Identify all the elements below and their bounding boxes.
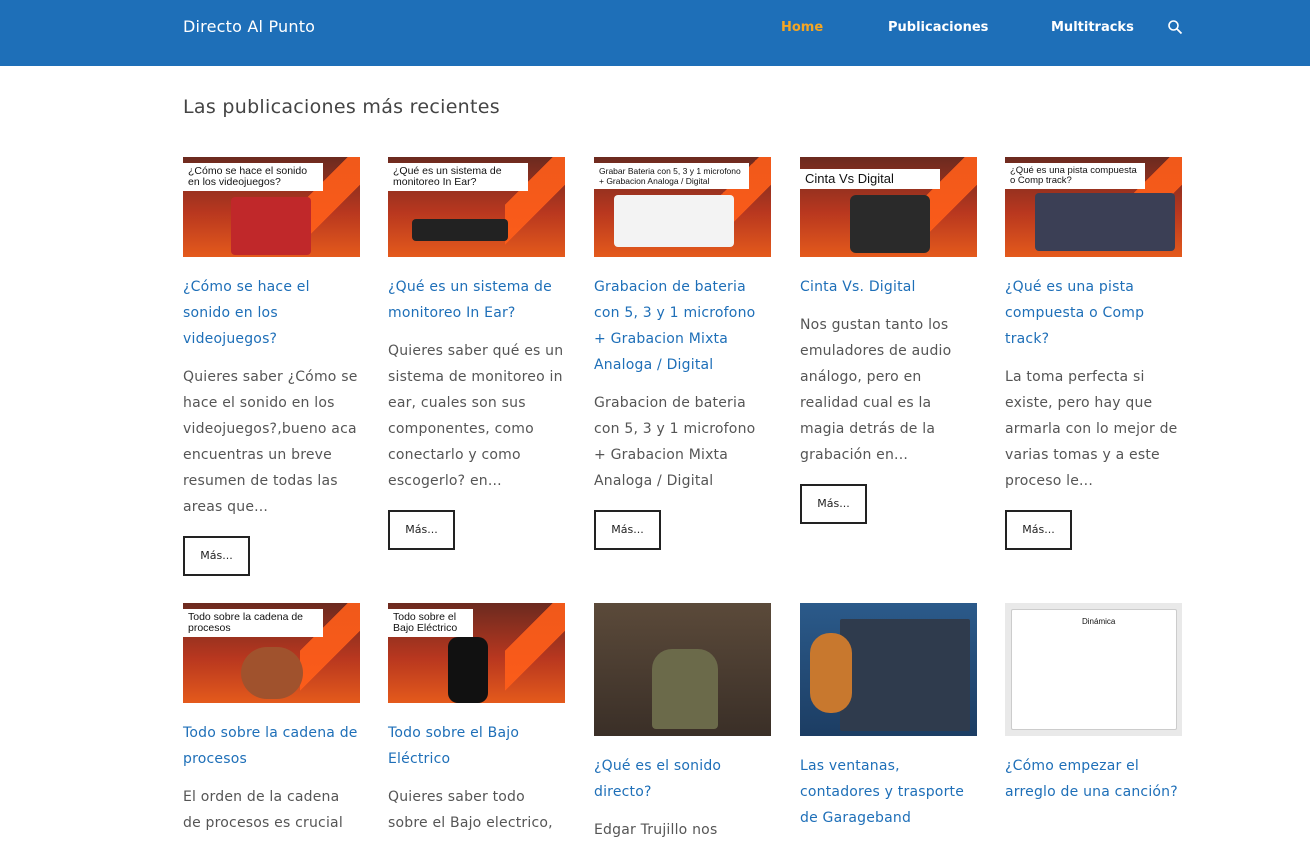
site-brand[interactable]: Directo Al Punto: [183, 17, 315, 36]
post-title-link[interactable]: ¿Qué es una pista compuesta o Comp track…: [1005, 274, 1182, 352]
thumbnail-caption: Todo sobre la cadena de procesos: [183, 609, 323, 637]
nav-publicaciones[interactable]: Publicaciones: [888, 20, 988, 35]
post-title-link[interactable]: Grabacion de bateria con 5, 3 y 1 microf…: [594, 274, 771, 378]
post-title-link[interactable]: Todo sobre la cadena de procesos: [183, 720, 360, 772]
thumbnail-caption: Cinta Vs Digital: [800, 169, 940, 189]
retro-tv-image: [231, 197, 311, 255]
post-title-link[interactable]: Todo sobre el Bajo Eléctrico: [388, 720, 565, 772]
post-title-link[interactable]: ¿Qué es el sonido directo?: [594, 753, 771, 805]
post-thumbnail[interactable]: Todo sobre la cadena de procesos: [183, 603, 360, 703]
post-card: ¿Qué es el sonido directo? Edgar Trujill…: [594, 603, 771, 843]
section-title: Las publicaciones más recientes: [183, 96, 500, 118]
post-excerpt: Nos gustan tanto los emuladores de audio…: [800, 317, 952, 463]
post-card: Dinámica ¿Cómo empezar el arreglo de una…: [1005, 603, 1182, 817]
post-card: Cinta Vs Digital Cinta Vs. Digital Nos g…: [800, 157, 977, 524]
post-card: Todo sobre la cadena de procesos Todo so…: [183, 603, 360, 836]
read-more-button[interactable]: Más...: [800, 484, 867, 524]
post-card: ¿Qué es un sistema de monitoreo In Ear? …: [388, 157, 565, 550]
in-ear-transmitter-image: [412, 219, 508, 241]
post-thumbnail[interactable]: Cinta Vs Digital: [800, 157, 977, 257]
post-title-link[interactable]: Cinta Vs. Digital: [800, 274, 977, 300]
post-card: Grabar Bateria con 5, 3 y 1 microfono + …: [594, 157, 771, 550]
read-more-button[interactable]: Más...: [388, 510, 455, 550]
post-thumbnail[interactable]: [594, 603, 771, 736]
read-more-button[interactable]: Más...: [183, 536, 250, 576]
post-excerpt: Quieres saber qué es un sistema de monit…: [388, 343, 564, 489]
post-thumbnail[interactable]: ¿Cómo se hace el sonido en los videojueg…: [183, 157, 360, 257]
search-icon[interactable]: [1167, 19, 1183, 35]
post-title-link[interactable]: ¿Qué es un sistema de monitoreo In Ear?: [388, 274, 565, 326]
post-thumbnail[interactable]: [800, 603, 977, 736]
thumbnail-caption: Todo sobre el Bajo Eléctrico: [388, 609, 473, 637]
post-excerpt: El orden de la cadena de procesos es cru…: [183, 789, 343, 831]
thumbnail-caption: ¿Cómo se hace el sonido en los videojueg…: [183, 163, 323, 191]
garageband-screen-image: [840, 619, 970, 731]
post-thumbnail[interactable]: Grabar Bateria con 5, 3 y 1 microfono + …: [594, 157, 771, 257]
guitar-icon: [810, 633, 852, 713]
person-photo-image: [652, 649, 718, 729]
post-title-link[interactable]: ¿Cómo se hace el sonido en los videojueg…: [183, 274, 360, 352]
post-thumbnail[interactable]: Dinámica: [1005, 603, 1182, 736]
post-excerpt: La toma perfecta si existe, pero hay que…: [1005, 369, 1178, 489]
tape-machine-image: [850, 195, 930, 253]
post-title-link[interactable]: ¿Cómo empezar el arreglo de una canción?: [1005, 753, 1182, 805]
read-more-button[interactable]: Más...: [1005, 510, 1072, 550]
thumbnail-caption: Dinámica: [1082, 617, 1116, 626]
post-thumbnail[interactable]: ¿Qué es un sistema de monitoreo In Ear?: [388, 157, 565, 257]
post-card: ¿Cómo se hace el sonido en los videojueg…: [183, 157, 360, 576]
post-excerpt: Quieres saber todo sobre el Bajo electri…: [388, 789, 553, 831]
bass-guitar-image: [448, 637, 488, 703]
post-excerpt: Quieres saber ¿Cómo se hace el sonido en…: [183, 369, 358, 515]
post-card: ¿Qué es una pista compuesta o Comp track…: [1005, 157, 1182, 550]
read-more-button[interactable]: Más...: [594, 510, 661, 550]
burger-image: [241, 647, 303, 699]
post-card: Las ventanas, contadores y trasporte de …: [800, 603, 977, 843]
daw-tracks-image: [1035, 193, 1175, 251]
thumbnail-caption: Grabar Bateria con 5, 3 y 1 microfono + …: [594, 163, 749, 189]
post-title-link[interactable]: Las ventanas, contadores y trasporte de …: [800, 753, 977, 831]
drum-diagram-image: [614, 195, 734, 247]
thumbnail-stripe: [505, 603, 565, 703]
thumbnail-caption: ¿Qué es una pista compuesta o Comp track…: [1005, 163, 1145, 189]
post-thumbnail[interactable]: ¿Qué es una pista compuesta o Comp track…: [1005, 157, 1182, 257]
post-thumbnail[interactable]: Todo sobre el Bajo Eléctrico: [388, 603, 565, 703]
post-excerpt: Edgar Trujillo nos: [594, 822, 718, 838]
post-card: Todo sobre el Bajo Eléctrico Todo sobre …: [388, 603, 565, 836]
nav-home[interactable]: Home: [781, 20, 823, 35]
site-header: Directo Al Punto Home Publicaciones Mult…: [0, 0, 1310, 66]
thumbnail-caption: ¿Qué es un sistema de monitoreo In Ear?: [388, 163, 528, 191]
post-excerpt: Grabacion de bateria con 5, 3 y 1 microf…: [594, 395, 756, 489]
nav-multitracks[interactable]: Multitracks: [1051, 20, 1134, 35]
